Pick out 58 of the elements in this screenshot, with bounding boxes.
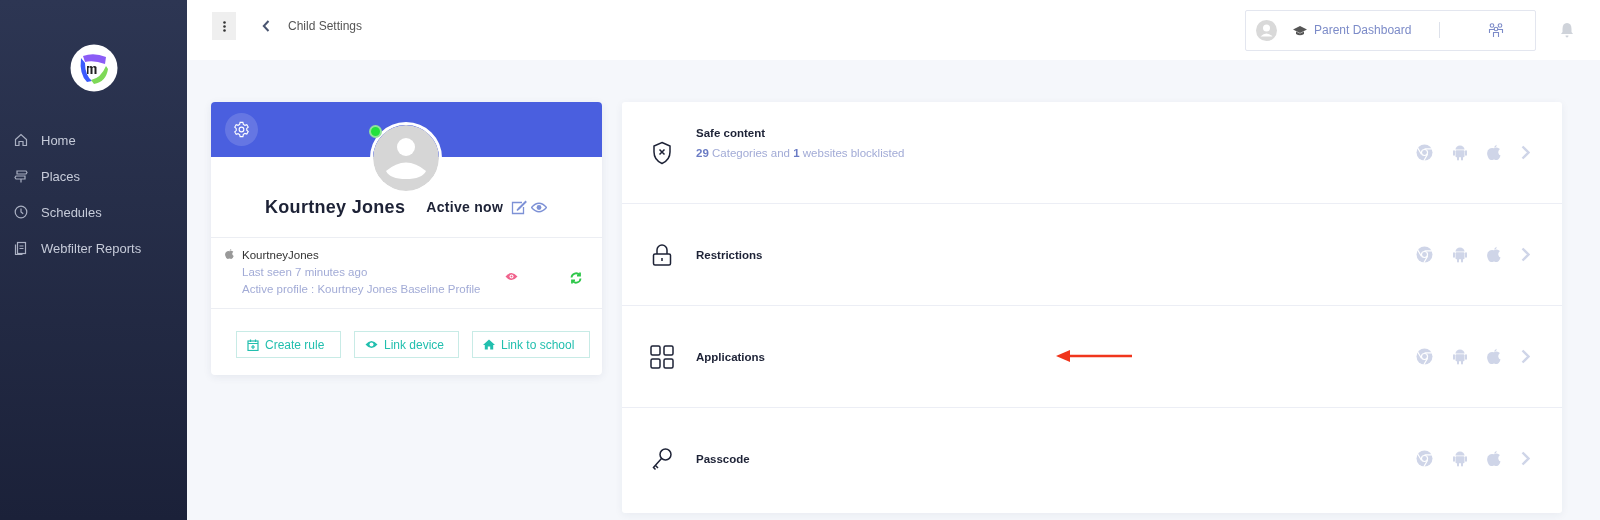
logo bbox=[69, 44, 118, 92]
documents-icon bbox=[14, 241, 28, 255]
menu-button[interactable] bbox=[212, 12, 236, 40]
row-title: Restrictions bbox=[696, 248, 763, 261]
active-profile-text: Active profile : Kourtney Jones Baseline Profile bbox=[242, 283, 481, 295]
graduation-cap-icon bbox=[1293, 24, 1307, 36]
lock-icon bbox=[651, 242, 673, 267]
kebab-icon bbox=[222, 20, 226, 32]
eye-icon bbox=[365, 340, 378, 349]
android-icon bbox=[1453, 450, 1467, 467]
sidebar-item[interactable]: Places bbox=[0, 158, 187, 194]
chrome-icon bbox=[1416, 450, 1433, 467]
settings-row[interactable]: Restrictions bbox=[622, 204, 1562, 306]
home-icon bbox=[14, 133, 28, 147]
android-icon bbox=[1453, 246, 1467, 263]
apple-icon bbox=[225, 249, 234, 259]
dashboard-label: Parent Dashboard bbox=[1314, 23, 1412, 37]
apple-icon bbox=[1487, 450, 1501, 467]
edit-icon[interactable] bbox=[511, 199, 528, 215]
sync-icon[interactable] bbox=[570, 272, 582, 284]
chrome-icon bbox=[1416, 348, 1433, 365]
back-icon[interactable] bbox=[262, 20, 270, 32]
row-title: Safe content bbox=[696, 126, 766, 139]
settings-row[interactable]: Safe content 29 Categories and 1 websites blocklisted bbox=[622, 102, 1562, 204]
android-icon bbox=[1453, 144, 1467, 161]
status-text: Active now bbox=[426, 199, 504, 215]
signpost-icon bbox=[14, 169, 28, 183]
chrome-icon bbox=[1416, 246, 1433, 263]
avatar-icon bbox=[370, 122, 442, 194]
row-subtitle: 29 Categories and 1 websites blocklisted bbox=[696, 146, 905, 159]
eye-icon[interactable] bbox=[505, 272, 518, 281]
sidebar-item[interactable]: Webfilter Reports bbox=[0, 230, 187, 266]
settings-row[interactable]: Passcode bbox=[622, 408, 1562, 509]
sidebar-item[interactable]: Home bbox=[0, 122, 187, 158]
child-name: Kourtney Jones bbox=[265, 196, 406, 218]
shield-icon bbox=[651, 140, 673, 165]
people-icon[interactable] bbox=[1488, 22, 1505, 38]
device-username: KourtneyJones bbox=[242, 249, 320, 261]
eye-icon[interactable] bbox=[531, 201, 548, 213]
page-title: Child Settings bbox=[288, 19, 363, 33]
key-icon bbox=[651, 446, 673, 471]
android-icon bbox=[1453, 348, 1467, 365]
last-seen-text: Last seen 7 minutes ago bbox=[242, 266, 369, 278]
grid-icon bbox=[650, 344, 674, 369]
avatar-icon bbox=[1256, 19, 1277, 41]
clock-icon bbox=[14, 205, 28, 219]
apple-icon bbox=[1487, 246, 1501, 263]
settings-icon bbox=[233, 121, 250, 138]
sidebar-item[interactable]: Schedules bbox=[0, 194, 187, 230]
settings-button[interactable] bbox=[225, 113, 258, 146]
row-title: Applications bbox=[696, 350, 765, 363]
home-icon bbox=[483, 339, 495, 350]
chrome-icon bbox=[1416, 144, 1433, 161]
calendar-plus-icon bbox=[247, 338, 259, 351]
apple-icon bbox=[1487, 348, 1501, 365]
settings-row[interactable]: Applications bbox=[622, 306, 1562, 408]
row-title: Passcode bbox=[696, 452, 750, 465]
apple-icon bbox=[1487, 144, 1501, 161]
